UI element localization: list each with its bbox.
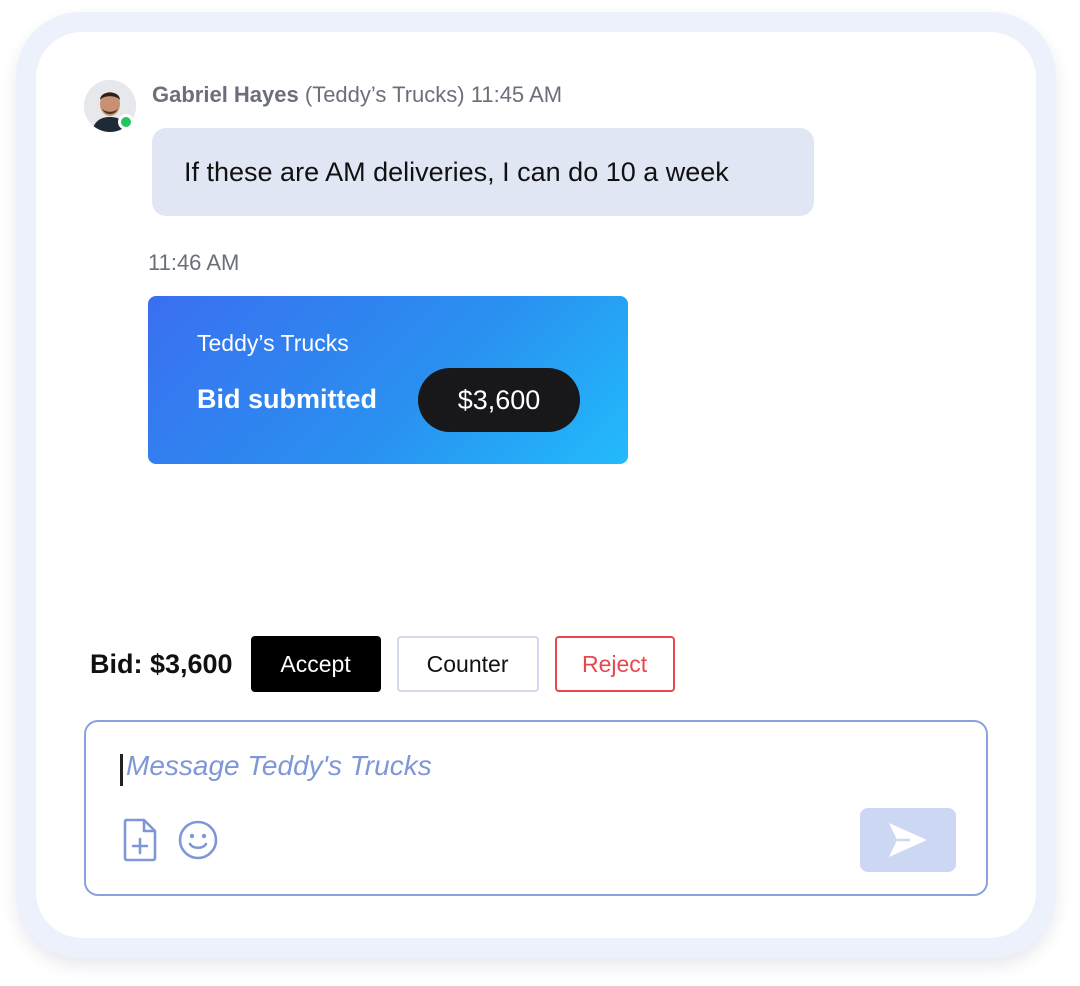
bid-event-time: 11:46 AM bbox=[148, 250, 240, 275]
message-text: If these are AM deliveries, I can do 10 … bbox=[184, 156, 729, 187]
bid-amount-pill: $3,600 bbox=[418, 368, 580, 432]
smiley-icon bbox=[178, 820, 218, 860]
message-bubble: If these are AM deliveries, I can do 10 … bbox=[152, 128, 814, 216]
online-status-dot bbox=[118, 114, 134, 130]
chat-window-frame: Gabriel Hayes (Teddy’s Trucks) 11:45 AM … bbox=[16, 12, 1056, 958]
message-time: 11:45 AM bbox=[470, 82, 563, 107]
bid-label: Bid: $3,600 bbox=[90, 648, 233, 679]
bid-card-company: Teddy’s Trucks bbox=[197, 330, 349, 356]
send-button[interactable] bbox=[860, 808, 956, 872]
reject-button[interactable]: Reject bbox=[554, 636, 675, 692]
emoji-button[interactable] bbox=[176, 818, 220, 862]
sender-name: Gabriel Hayes bbox=[152, 82, 299, 107]
accept-button[interactable]: Accept bbox=[250, 636, 381, 692]
message-composer: Message Teddy's Trucks bbox=[84, 720, 988, 896]
sender-company: (Teddy’s Trucks) bbox=[304, 82, 465, 107]
avatar[interactable] bbox=[84, 80, 136, 132]
message-input[interactable]: Message Teddy's Trucks bbox=[126, 750, 432, 782]
bid-action-bar: Bid: $3,600 Accept Counter Reject bbox=[90, 636, 691, 692]
paper-plane-icon bbox=[889, 823, 927, 857]
bid-submitted-card: Teddy’s Trucks Bid submitted $3,600 bbox=[148, 296, 628, 464]
attach-file-button[interactable] bbox=[118, 818, 162, 862]
bid-card-status: Bid submitted bbox=[197, 384, 377, 414]
counter-button[interactable]: Counter bbox=[396, 636, 539, 692]
chat-panel: Gabriel Hayes (Teddy’s Trucks) 11:45 AM … bbox=[36, 32, 1036, 938]
file-plus-icon bbox=[123, 818, 157, 862]
message-header: Gabriel Hayes (Teddy’s Trucks) 11:45 AM bbox=[152, 82, 562, 108]
text-cursor bbox=[120, 754, 123, 786]
